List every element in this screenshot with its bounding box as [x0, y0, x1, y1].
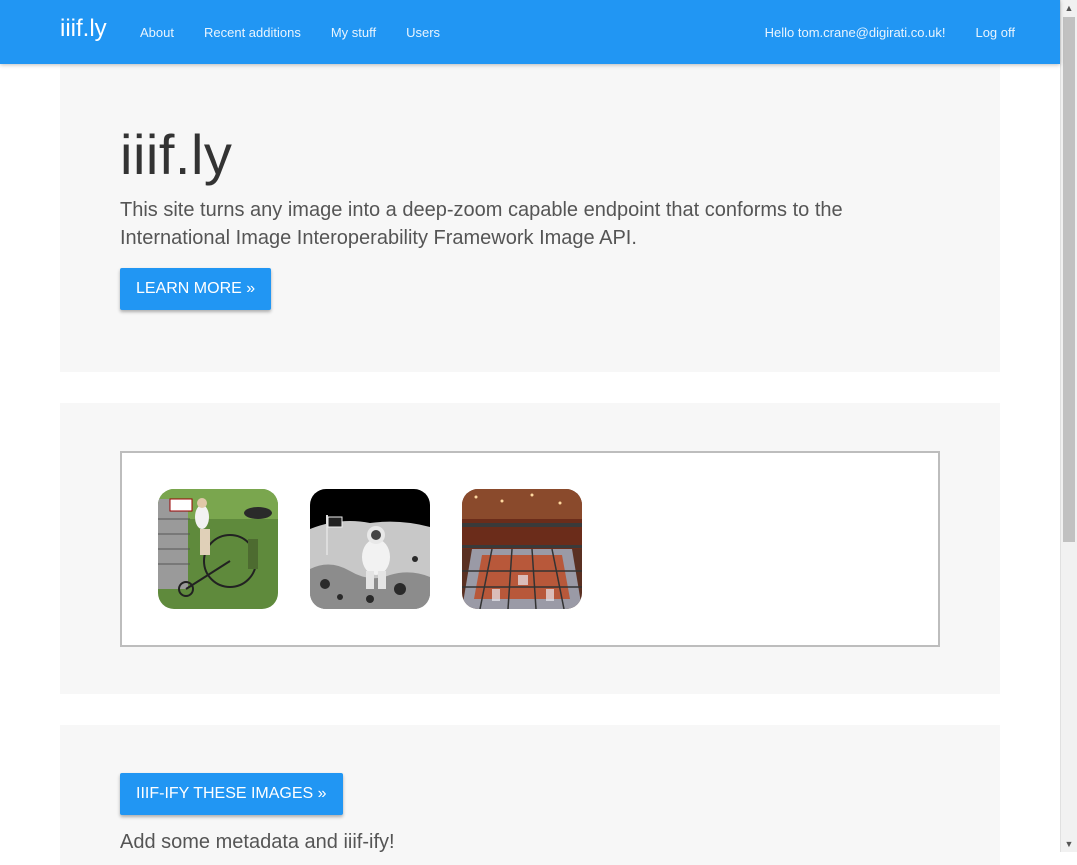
penny-farthing-thumbnail[interactable]	[158, 489, 278, 609]
navbar: iiif.ly About Recent additions My stuff …	[0, 0, 1060, 64]
gallery-panel	[60, 403, 1000, 694]
page-title: iiif.ly	[120, 123, 233, 186]
nav-users[interactable]: Users	[391, 25, 455, 40]
learn-more-button[interactable]: Learn more »	[120, 268, 272, 310]
iiify-subtext: Add some metadata and iiif-ify!	[120, 831, 395, 853]
vertical-scrollbar[interactable]: ▲ ▼	[1060, 0, 1077, 852]
nav-menu: About Recent additions My stuff Users	[125, 0, 455, 64]
lead-text: This site turns any image into a deep-zo…	[120, 199, 843, 249]
iiify-button[interactable]: IIIF-ify these images »	[120, 773, 343, 815]
nav-my-stuff[interactable]: My stuff	[316, 25, 391, 40]
jumbotron: iiif.ly This site turns any image into a…	[60, 64, 1000, 372]
nav-about[interactable]: About	[125, 25, 189, 40]
nav-user-menu: Hello tom.crane@digirati.co.uk! Log off	[750, 0, 1030, 64]
scroll-up-arrow-icon[interactable]: ▲	[1061, 0, 1077, 16]
log-off-link[interactable]: Log off	[960, 25, 1030, 40]
astronaut-moon-thumbnail[interactable]	[310, 489, 430, 609]
brand-link[interactable]: iiif.ly	[60, 15, 107, 43]
nav-recent-additions[interactable]: Recent additions	[189, 25, 316, 40]
scroll-down-arrow-icon[interactable]: ▼	[1061, 836, 1077, 852]
scrollbar-thumb[interactable]	[1063, 17, 1075, 542]
iiify-panel: IIIF-ify these images » Add some metadat…	[60, 725, 1000, 865]
user-greeting-link[interactable]: Hello tom.crane@digirati.co.uk!	[750, 25, 961, 40]
image-gallery	[120, 451, 940, 647]
building-interior-thumbnail[interactable]	[462, 489, 582, 609]
